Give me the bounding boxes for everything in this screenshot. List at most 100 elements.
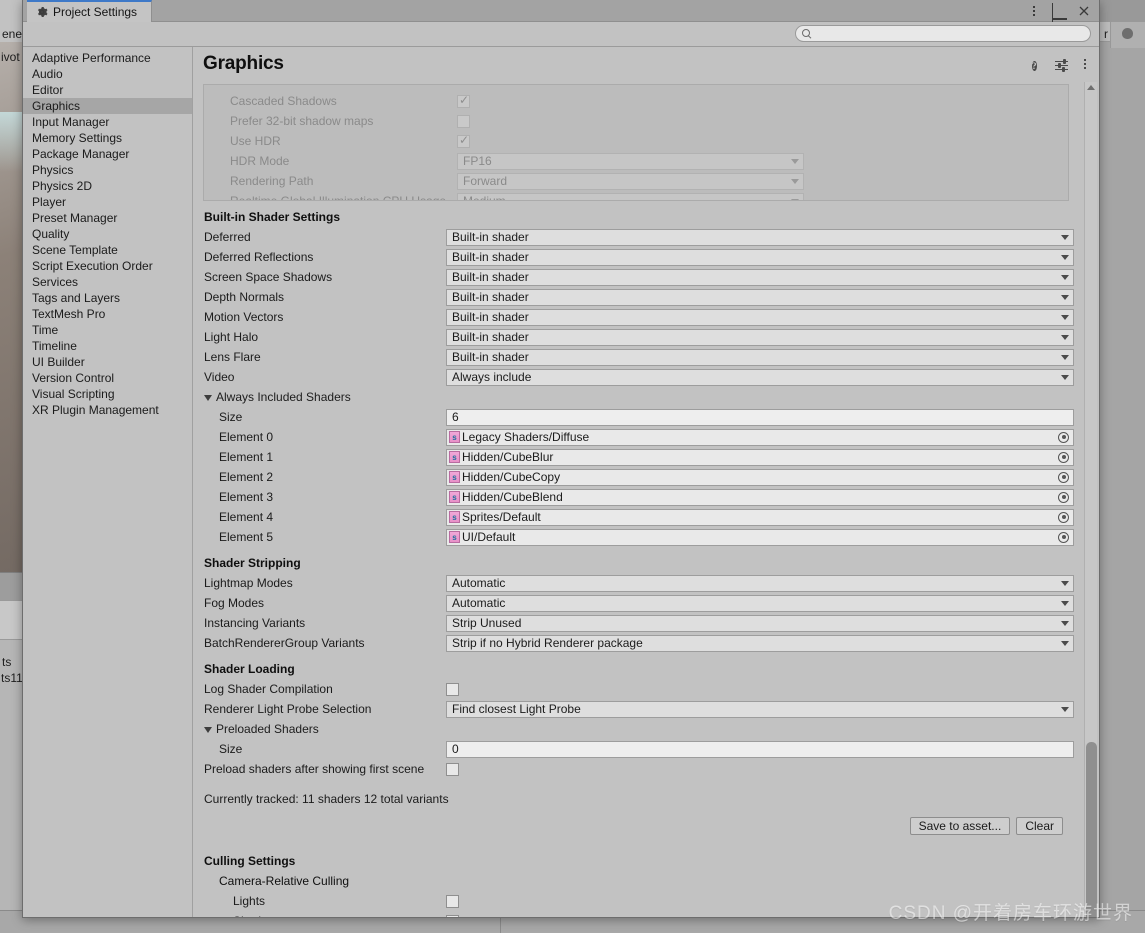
kebab-menu-icon[interactable]	[1027, 4, 1041, 18]
sidebar-item-quality[interactable]: Quality	[23, 226, 192, 242]
scene-tab-label[interactable]: ene	[2, 27, 22, 41]
element-3-object-field[interactable]: s Hidden/CubeBlend	[446, 488, 1074, 506]
sidebar-item-textmesh-pro[interactable]: TextMesh Pro	[23, 306, 192, 322]
depth-normals-dropdown[interactable]: Built-in shader	[446, 288, 1074, 306]
video-dropdown[interactable]: Always include	[446, 368, 1074, 386]
search-icon	[802, 29, 811, 38]
motion-vectors-dropdown[interactable]: Built-in shader	[446, 308, 1074, 326]
light-halo-dropdown[interactable]: Built-in shader	[446, 328, 1074, 346]
row-label: BatchRendererGroup Variants	[204, 636, 365, 650]
chevron-down-icon	[1061, 600, 1069, 606]
save-to-asset-button[interactable]: Save to asset...	[909, 817, 1011, 835]
sidebar-item-services[interactable]: Services	[23, 274, 192, 290]
row-label: HDR Mode	[230, 154, 290, 168]
deferred-dropdown[interactable]: Built-in shader	[446, 228, 1074, 246]
element-0-object-field[interactable]: s Legacy Shaders/Diffuse	[446, 428, 1074, 446]
log-shader-compilation-checkbox[interactable]	[446, 682, 459, 696]
culling-settings-heading: Culling Settings	[204, 854, 296, 868]
row-label: Cascaded Shadows	[230, 94, 337, 108]
window-titlebar: Project Settings	[23, 0, 1099, 35]
sidebar-item-ui-builder[interactable]: UI Builder	[23, 354, 192, 370]
row-label: Shadows	[193, 914, 446, 917]
search-box[interactable]	[795, 25, 1091, 42]
object-picker-icon[interactable]	[1058, 451, 1069, 463]
search-input[interactable]	[811, 26, 1090, 41]
culling-lights-checkbox[interactable]	[446, 894, 459, 908]
sidebar-item-timeline[interactable]: Timeline	[23, 338, 192, 354]
sidebar-item-visual-scripting[interactable]: Visual Scripting	[23, 386, 192, 402]
sidebar-item-input-manager[interactable]: Input Manager	[23, 114, 192, 130]
fog-modes-dropdown[interactable]: Automatic	[446, 594, 1074, 612]
lens-flare-dropdown[interactable]: Built-in shader	[446, 348, 1074, 366]
sidebar-item-scene-template[interactable]: Scene Template	[23, 242, 192, 258]
row-culling-shadows: Shadows	[193, 911, 1099, 917]
page-header-icons: ?	[1032, 58, 1091, 72]
sidebar-item-audio[interactable]: Audio	[23, 66, 192, 82]
preset-icon[interactable]	[1055, 58, 1068, 72]
sidebar-item-graphics[interactable]: Graphics	[23, 98, 192, 114]
chevron-down-icon	[1061, 274, 1069, 280]
clear-button[interactable]: Clear	[1016, 817, 1063, 835]
renderer-light-probe-dropdown[interactable]: Find closest Light Probe	[446, 700, 1074, 718]
deferred-reflections-dropdown[interactable]: Built-in shader	[446, 248, 1074, 266]
project-item-2[interactable]: ts11	[1, 671, 23, 685]
sidebar-item-physics-2d[interactable]: Physics 2D	[23, 178, 192, 194]
sidebar-item-time[interactable]: Time	[23, 322, 192, 338]
scrollbar-thumb[interactable]	[1086, 742, 1097, 917]
content-scrollbar[interactable]	[1084, 82, 1097, 917]
preloaded-shaders-foldout[interactable]: Preloaded Shaders	[193, 719, 1099, 739]
sidebar-item-adaptive-performance[interactable]: Adaptive Performance	[23, 50, 192, 66]
row-label: Rendering Path	[230, 174, 314, 188]
row-fog-modes: Fog Modes Automatic	[193, 593, 1099, 613]
element-4-object-field[interactable]: s Sprites/Default	[446, 508, 1074, 526]
row-label: Depth Normals	[204, 290, 285, 304]
batchrenderergroup-variants-dropdown[interactable]: Strip if no Hybrid Renderer package	[446, 634, 1074, 652]
shader-asset-icon: s	[449, 531, 460, 543]
sidebar-item-tags-and-layers[interactable]: Tags and Layers	[23, 290, 192, 306]
element-5-object-field[interactable]: s UI/Default	[446, 528, 1074, 546]
row-label: Instancing Variants	[204, 616, 306, 630]
object-field-value: Sprites/Default	[462, 510, 541, 524]
object-picker-icon[interactable]	[1058, 511, 1069, 523]
object-picker-icon[interactable]	[1058, 471, 1069, 483]
culling-shadows-checkbox[interactable]	[446, 914, 459, 917]
always-included-shaders-foldout[interactable]: Always Included Shaders	[193, 387, 1099, 407]
dropdown-value: Find closest Light Probe	[452, 702, 581, 716]
object-picker-icon[interactable]	[1058, 531, 1069, 543]
sidebar-item-player[interactable]: Player	[23, 194, 192, 210]
preload-after-first-scene-checkbox[interactable]	[446, 762, 459, 776]
element-2-object-field[interactable]: s Hidden/CubeCopy	[446, 468, 1074, 486]
sidebar-item-editor[interactable]: Editor	[23, 82, 192, 98]
search-row	[23, 22, 1099, 47]
preloaded-shaders-size-field[interactable]: 0	[446, 740, 1074, 758]
element-1-object-field[interactable]: s Hidden/CubeBlur	[446, 448, 1074, 466]
tab-project-settings[interactable]: Project Settings	[27, 0, 153, 22]
kebab-menu-icon[interactable]	[1078, 58, 1091, 71]
row-label: Lights	[233, 894, 266, 908]
pivot-label[interactable]: ivot	[1, 50, 20, 64]
sidebar-item-version-control[interactable]: Version Control	[23, 370, 192, 386]
close-icon[interactable]	[1077, 4, 1091, 18]
help-icon[interactable]: ?	[1032, 58, 1045, 71]
project-item-1[interactable]: ts	[2, 655, 11, 669]
object-picker-icon[interactable]	[1058, 491, 1069, 503]
lightmap-modes-dropdown[interactable]: Automatic	[446, 574, 1074, 592]
always-included-size-field[interactable]: 6	[446, 408, 1074, 426]
settings-sidebar: Adaptive Performance Audio Editor Graphi…	[23, 47, 193, 917]
maximize-icon[interactable]	[1052, 3, 1066, 35]
row-deferred-reflections: Deferred Reflections Built-in shader	[193, 247, 1099, 267]
object-picker-icon[interactable]	[1058, 431, 1069, 443]
row-hdr-mode: HDR Mode FP16	[204, 151, 1068, 171]
sidebar-item-physics[interactable]: Physics	[23, 162, 192, 178]
screen-space-shadows-dropdown[interactable]: Built-in shader	[446, 268, 1074, 286]
row-label: Renderer Light Probe Selection	[204, 702, 372, 716]
editor-panel-a	[0, 572, 24, 600]
row-label: Element 2	[219, 470, 274, 484]
sidebar-item-xr-plugin-management[interactable]: XR Plugin Management	[23, 402, 192, 418]
sidebar-item-package-manager[interactable]: Package Manager	[23, 146, 192, 162]
scroll-up-arrow-icon[interactable]	[1087, 85, 1095, 90]
sidebar-item-script-execution-order[interactable]: Script Execution Order	[23, 258, 192, 274]
instancing-variants-dropdown[interactable]: Strip Unused	[446, 614, 1074, 632]
sidebar-item-memory-settings[interactable]: Memory Settings	[23, 130, 192, 146]
sidebar-item-preset-manager[interactable]: Preset Manager	[23, 210, 192, 226]
